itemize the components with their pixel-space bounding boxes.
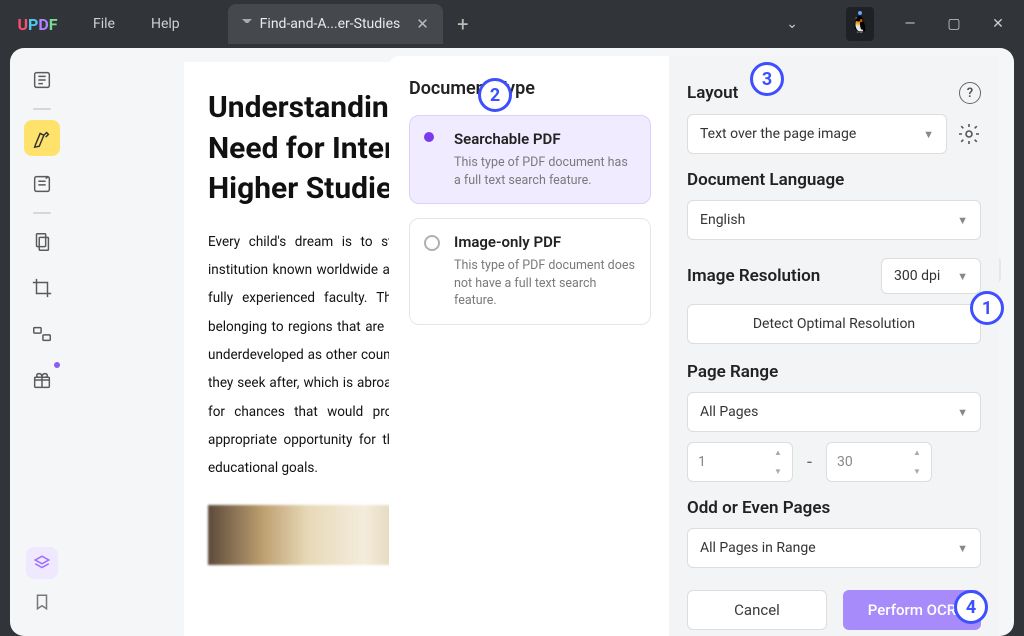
chevron-down-icon: ▼ [957, 542, 968, 555]
language-select[interactable]: English ▼ [687, 200, 981, 240]
page-to-input[interactable]: 30 ▲▼ [826, 442, 932, 482]
spinner-icon[interactable]: ▲▼ [913, 448, 925, 476]
option-desc: This type of PDF document has a full tex… [454, 154, 636, 189]
range-dash: - [807, 452, 812, 473]
document-viewport[interactable]: Understanding the Need for International… [74, 48, 958, 636]
new-tab-button[interactable]: + [443, 12, 483, 36]
option-title: Image-only PDF [454, 233, 636, 251]
option-desc: This type of PDF document does not have … [454, 257, 636, 310]
page-range-select[interactable]: All Pages ▼ [687, 392, 981, 432]
radio-unselected-icon [424, 235, 440, 251]
crop-tool-icon[interactable] [24, 270, 60, 306]
resolution-value: 300 dpi [894, 268, 940, 284]
option-image-only-pdf[interactable]: Image-only PDF This type of PDF document… [409, 218, 651, 325]
gift-icon[interactable] [24, 362, 60, 398]
client-area: Understanding the Need for International… [10, 48, 1014, 636]
document-type-heading: Document Type [409, 78, 651, 99]
callout-4: 4 [954, 590, 988, 624]
menu-help[interactable]: Help [133, 16, 198, 32]
layers-icon[interactable] [26, 547, 58, 579]
callout-3: 3 [750, 62, 784, 96]
layout-value: Text over the page image [700, 126, 856, 142]
chevron-down-icon: ▼ [923, 128, 934, 141]
highlight-tool-icon[interactable] [24, 120, 60, 156]
language-value: English [700, 212, 745, 228]
tab-favicon [242, 19, 252, 29]
chevron-down-icon: ▼ [957, 270, 968, 283]
help-icon[interactable]: ? [959, 82, 981, 104]
callout-1: 1 [970, 291, 1004, 325]
detect-optimal-button[interactable]: Detect Optimal Resolution [687, 304, 981, 344]
chevron-down-icon: ▼ [957, 406, 968, 419]
close-icon[interactable]: ✕ [416, 15, 429, 33]
page-organize-icon[interactable] [24, 224, 60, 260]
tabbar: Find-and-A...er-Studies ✕ + [228, 0, 483, 48]
redact-tool-icon[interactable] [24, 316, 60, 352]
separator [33, 212, 51, 214]
close-button[interactable]: ✕ [990, 16, 1006, 32]
menu-file[interactable]: File [75, 16, 133, 32]
ocr-settings-panel: Layout ? Text over the page image ▼ Docu… [669, 56, 999, 636]
page-from-input[interactable]: 1 ▲▼ [687, 442, 793, 482]
option-title: Searchable PDF [454, 130, 636, 148]
odd-even-select[interactable]: All Pages in Range ▼ [687, 528, 981, 568]
separator [33, 108, 51, 110]
annotate-tool-icon[interactable] [24, 166, 60, 202]
odd-even-value: All Pages in Range [700, 540, 816, 556]
language-label: Document Language [687, 170, 981, 190]
radio-selected-icon [424, 132, 434, 142]
page-to-value: 30 [837, 454, 853, 470]
cancel-button[interactable]: Cancel [687, 590, 827, 630]
layout-select[interactable]: Text over the page image ▼ [687, 114, 947, 154]
bookmark-icon[interactable] [33, 591, 51, 618]
minimize-button[interactable]: — [902, 16, 918, 32]
tab-title: Find-and-A...er-Studies [260, 16, 401, 32]
app-logo: UPDF [0, 15, 75, 34]
document-tab[interactable]: Find-and-A...er-Studies ✕ [228, 4, 443, 44]
avatar[interactable]: 🐧 [846, 7, 874, 41]
resolution-label: Image Resolution [687, 266, 820, 286]
resolution-select[interactable]: 300 dpi ▼ [881, 258, 981, 294]
chevron-down-icon: ▼ [957, 214, 968, 227]
maximize-button[interactable]: ▢ [946, 16, 962, 32]
callout-2: 2 [478, 78, 512, 112]
document-type-panel: Document Type Searchable PDF This type o… [389, 56, 669, 636]
titlebar: UPDF File Help Find-and-A...er-Studies ✕… [0, 0, 1024, 48]
reader-mode-icon[interactable] [24, 62, 60, 98]
option-searchable-pdf[interactable]: Searchable PDF This type of PDF document… [409, 115, 651, 204]
left-toolbar [10, 48, 74, 636]
page-range-label: Page Range [687, 362, 981, 382]
spinner-icon[interactable]: ▲▼ [774, 448, 786, 476]
gear-icon[interactable] [957, 122, 981, 146]
page-range-value: All Pages [700, 404, 758, 420]
layout-label: Layout ? [687, 82, 981, 104]
page-from-value: 1 [698, 454, 706, 470]
odd-even-label: Odd or Even Pages [687, 498, 981, 518]
chevron-down-icon[interactable]: ⌄ [786, 16, 798, 32]
